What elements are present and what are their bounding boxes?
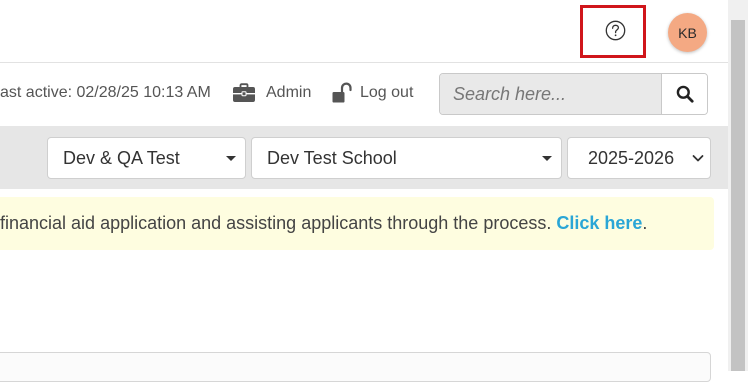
chevron-down-icon — [692, 155, 704, 162]
content-panel — [0, 352, 711, 382]
year-select[interactable]: 2025-2026 — [567, 137, 711, 179]
last-active-text: ast active: 02/28/25 10:13 AM — [0, 84, 211, 101]
header-divider — [0, 62, 728, 63]
scrollbar-thumb[interactable] — [731, 20, 745, 371]
click-here-link[interactable]: Click here — [556, 213, 642, 233]
question-circle-icon[interactable] — [605, 20, 626, 41]
notice-suffix: . — [642, 213, 648, 233]
notice-text: financial aid application and assisting … — [0, 213, 557, 233]
briefcase-icon — [232, 83, 256, 103]
logout-link[interactable]: Log out — [360, 83, 413, 103]
caret-down-icon — [226, 156, 236, 161]
organization-select-value: Dev & QA Test — [63, 148, 180, 168]
school-select[interactable]: Dev Test School — [251, 137, 562, 179]
admin-link[interactable]: Admin — [266, 83, 311, 103]
search-box — [439, 73, 708, 115]
search-input[interactable] — [440, 74, 661, 114]
search-icon — [676, 85, 694, 103]
search-button[interactable] — [661, 74, 707, 114]
organization-select[interactable]: Dev & QA Test — [47, 137, 246, 179]
year-select-value: 2025-2026 — [588, 148, 675, 168]
notice-text-wrap: financial aid application and assisting … — [0, 197, 647, 250]
caret-down-icon — [542, 156, 552, 161]
user-avatar[interactable]: KB — [668, 13, 707, 52]
school-select-value: Dev Test School — [267, 148, 397, 168]
unlock-icon — [331, 82, 353, 104]
notice-banner: financial aid application and assisting … — [0, 197, 714, 250]
